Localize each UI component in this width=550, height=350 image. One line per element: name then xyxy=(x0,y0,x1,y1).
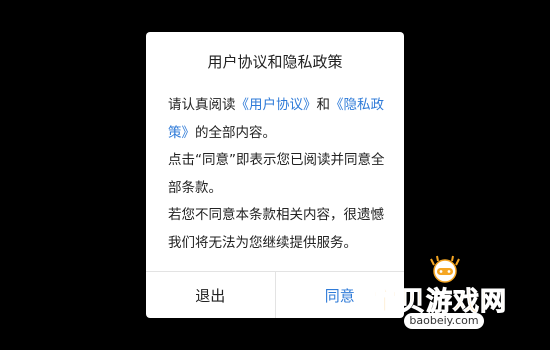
dialog-footer: 退出 同意 xyxy=(146,271,404,318)
dialog-title: 用户协议和隐私政策 xyxy=(207,53,343,71)
watermark-url: baobeiy.com xyxy=(404,313,484,329)
body-text-and: 和 xyxy=(316,97,331,113)
exit-button[interactable]: 退出 xyxy=(146,272,276,318)
gamepad-icon xyxy=(430,255,460,283)
agreement-dialog: 用户协议和隐私政策 请认真阅读《用户协议》和《隐私政策》的全部内容。 点击“同意… xyxy=(146,32,404,318)
body-paragraph-decline: 若您不同意本条款相关内容，很遗憾我们将无法为您继续提供服务。 xyxy=(168,207,384,251)
site-watermark: 宝贝游戏网 baobeiy.com xyxy=(371,255,542,335)
user-agreement-link[interactable]: 《用户协议》 xyxy=(236,97,317,113)
body-text-content: 的全部内容。 xyxy=(195,124,276,141)
screen-background: 用户协议和隐私政策 请认真阅读《用户协议》和《隐私政策》的全部内容。 点击“同意… xyxy=(0,0,550,350)
body-paragraph-consent: 点击“同意”即表示您已阅读并同意全部条款。 xyxy=(168,152,385,196)
dialog-body: 请认真阅读《用户协议》和《隐私政策》的全部内容。 点击“同意”即表示您已阅读并同… xyxy=(168,92,388,257)
body-paragraph-read: 请认真阅读《用户协议》和《隐私政策》的全部内容。 xyxy=(168,92,388,147)
body-text-read: 请认真阅读 xyxy=(168,97,236,113)
